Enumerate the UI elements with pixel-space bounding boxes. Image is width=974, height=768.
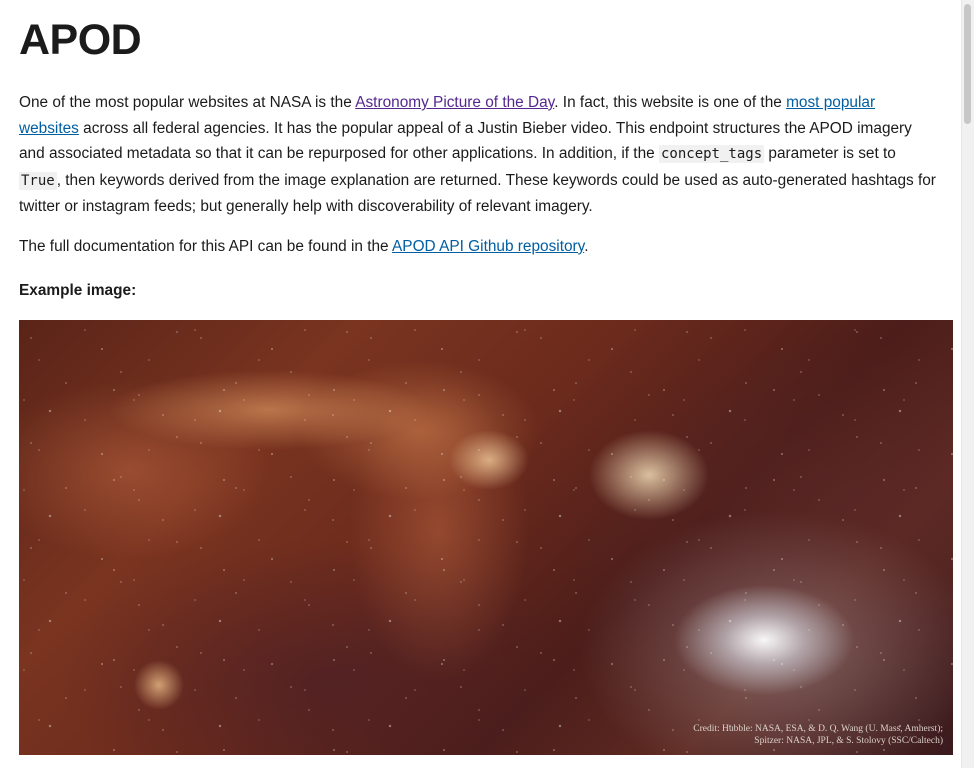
docs-paragraph: The full documentation for this API can … [19, 234, 937, 260]
intro-paragraph: One of the most popular websites at NASA… [19, 90, 937, 220]
image-credit-line-1: Credit: Hubble: NASA, ESA, & D. Q. Wang … [693, 724, 943, 734]
vertical-scrollbar[interactable] [961, 0, 974, 768]
intro-text-4: parameter is set to [764, 145, 896, 162]
apod-github-link[interactable]: APOD API Github repository [392, 238, 584, 255]
scrollbar-thumb[interactable] [964, 4, 971, 124]
concept-tags-code: concept_tags [658, 145, 765, 163]
docs-text-1: The full documentation for this API can … [19, 238, 393, 255]
docs-text-2: . [584, 238, 589, 255]
image-credit: Credit: Hubble: NASA, ESA, & D. Q. Wang … [693, 723, 943, 747]
star-field-2 [19, 320, 953, 755]
true-code: True [19, 171, 57, 190]
page-title: APOD [19, 16, 142, 64]
intro-text-2: . In fact, this website is one of the [554, 94, 787, 111]
intro-text-5: , then keywords derived from the image e… [19, 171, 936, 216]
intro-text-1: One of the most popular websites at NASA… [19, 94, 356, 111]
image-credit-line-2: Spitzer: NASA, JPL, & S. Stolovy (SSC/Ca… [754, 736, 943, 746]
example-apod-image: Credit: Hubble: NASA, ESA, & D. Q. Wang … [19, 320, 953, 755]
apod-link[interactable]: Astronomy Picture of the Day [355, 94, 554, 111]
example-image-label: Example image: [19, 282, 137, 299]
